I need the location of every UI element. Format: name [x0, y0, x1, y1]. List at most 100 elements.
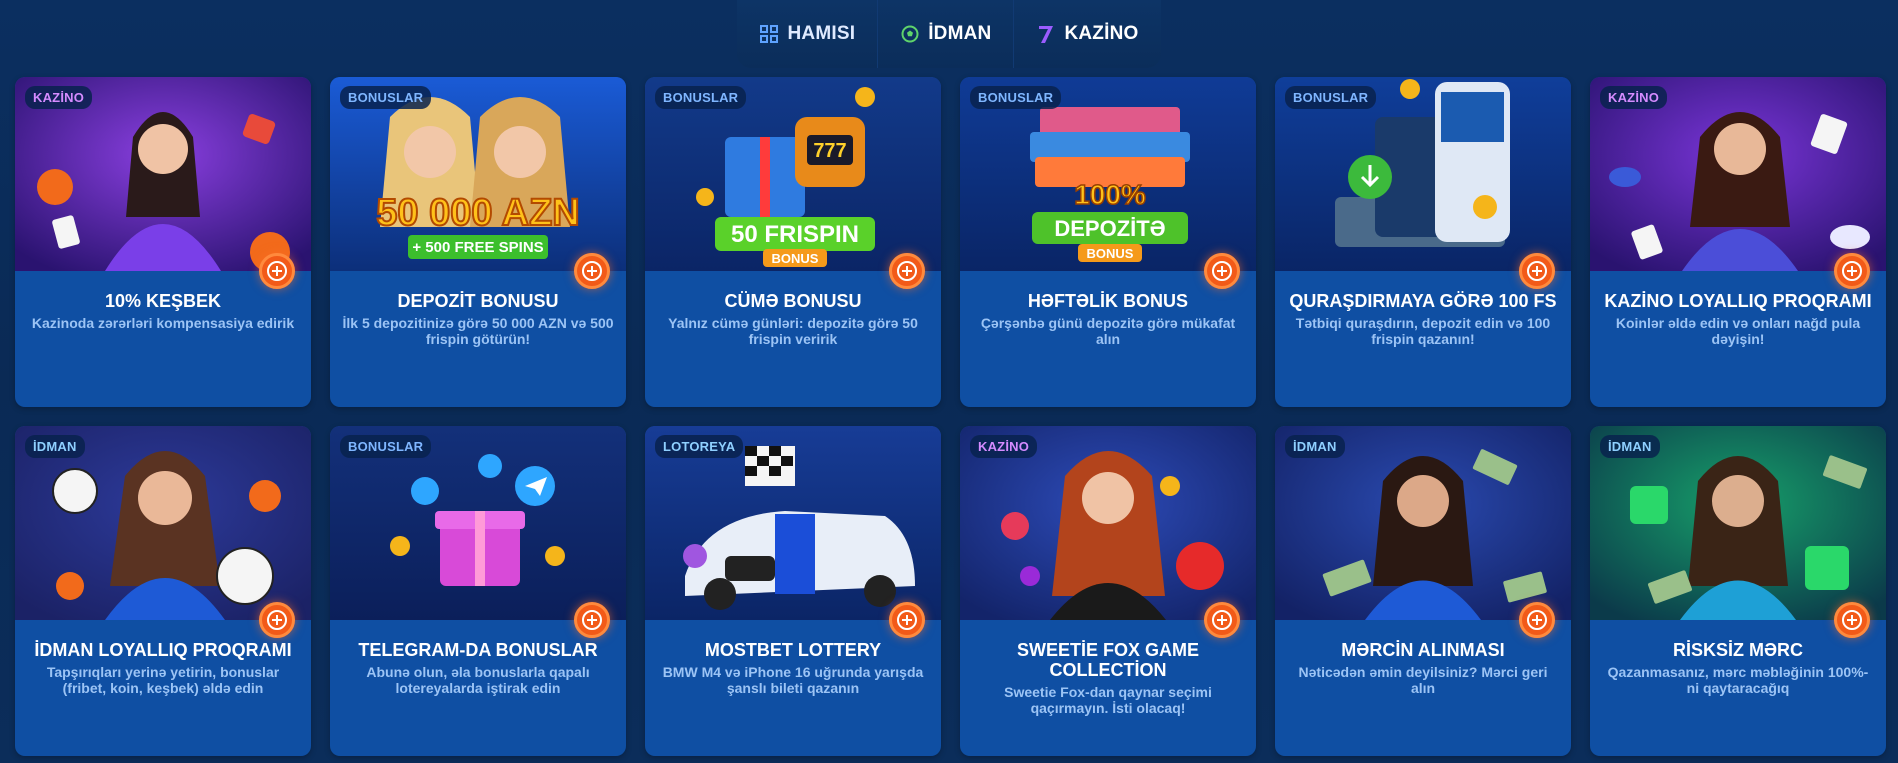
promo-image: 50 000 AZN + 500 FREE SPINS BONUSLAR [330, 77, 626, 271]
art-amount-text: 50 000 AZN [376, 192, 579, 234]
promo-card-telegram-bonus[interactable]: BONUSLAR TELEGRAM-DA BONUSLAR Abunə olun… [330, 426, 626, 756]
promo-card-sport-loyalty[interactable]: İDMAN İDMAN LOYALLIQ PROQRAMI Tapşırıqla… [15, 426, 311, 756]
open-promo-button[interactable] [1519, 602, 1555, 638]
promo-card-app-install[interactable]: BONUSLAR QURAŞDIRMAYA GÖRƏ 100 FS Tətbiq… [1275, 77, 1571, 407]
category-badge: LOTOREYA [655, 435, 744, 458]
tab-all[interactable]: HAMISI [737, 0, 877, 68]
promo-title: TELEGRAM-DA BONUSLAR [358, 640, 598, 660]
category-badge: KAZİNO [25, 86, 93, 109]
tabs-container: HAMISI İDMAN KAZİNO [737, 0, 1161, 68]
promo-description: Sweetie Fox-dan qaynar seçimi qaçırmayın… [1004, 684, 1212, 716]
plus-icon [267, 610, 287, 630]
category-badge: BONUSLAR [340, 86, 432, 109]
promo-image: KAZİNO [15, 77, 311, 271]
plus-icon [897, 610, 917, 630]
promo-title: İDMAN LOYALLIQ PROQRAMI [34, 640, 292, 660]
plus-icon [1842, 610, 1862, 630]
plus-icon [1842, 261, 1862, 281]
promo-title: QURAŞDIRMAYA GÖRƏ 100 FS [1289, 291, 1557, 311]
promo-image: BONUSLAR [330, 426, 626, 620]
category-badge: KAZİNO [970, 435, 1038, 458]
promo-grid: KAZİNO 10% KEŞBEK Kazinoda zərərləri kom… [15, 77, 1886, 756]
category-badge: BONUSLAR [1285, 86, 1377, 109]
promo-title: MOSTBET LOTTERY [704, 640, 882, 660]
promo-description: Abunə olun, əla bonuslarla qapalı lotere… [366, 664, 590, 696]
open-promo-button[interactable] [1834, 253, 1870, 289]
promo-image: İDMAN [1590, 426, 1886, 620]
open-promo-button[interactable] [1204, 253, 1240, 289]
tab-sport[interactable]: İDMAN [878, 0, 1013, 68]
promo-description: Tətbiqi quraşdırın, depozit edin və 100 … [1295, 315, 1551, 347]
open-promo-button[interactable] [1834, 602, 1870, 638]
tab-casino[interactable]: KAZİNO [1014, 0, 1160, 68]
tab-label: HAMISI [787, 23, 856, 44]
tab-label: İDMAN [928, 23, 992, 44]
plus-icon [1212, 261, 1232, 281]
category-badge: BONUSLAR [655, 86, 747, 109]
promo-image: KAZİNO [960, 426, 1256, 620]
open-promo-button[interactable] [259, 253, 295, 289]
promo-card-weekly-bonus[interactable]: 100% DEPOZİTƏ BONUS BONUSLAR HƏFTƏLİK BO… [960, 77, 1256, 407]
open-promo-button[interactable] [889, 253, 925, 289]
art-spins-text: + 500 FREE SPINS [412, 239, 543, 256]
plus-icon [897, 261, 917, 281]
promo-title: 10% KEŞBEK [104, 291, 222, 311]
art-percent-text: 100% [1074, 179, 1146, 210]
category-badge: İDMAN [1285, 435, 1345, 458]
slot-seven-icon [1036, 24, 1056, 44]
open-promo-button[interactable] [889, 602, 925, 638]
soccer-ball-icon [900, 24, 920, 44]
promo-title: KAZİNO LOYALLIQ PROQRAMI [1604, 291, 1872, 311]
promo-image: 100% DEPOZİTƏ BONUS BONUSLAR [960, 77, 1256, 271]
promo-title: SWEETİE FOX GAME COLLECTİON [1016, 640, 1199, 680]
open-promo-button[interactable] [574, 253, 610, 289]
category-badge: İDMAN [25, 435, 85, 458]
open-promo-button[interactable] [259, 602, 295, 638]
open-promo-button[interactable] [1519, 253, 1555, 289]
category-badge: İDMAN [1600, 435, 1660, 458]
promo-description: Yalnız cümə günləri: depozitə görə 50 fr… [668, 315, 918, 347]
promo-title: RİSKSİZ MƏRC [1672, 640, 1804, 660]
promo-description: Koinlər əldə edin və onları nağd pula də… [1615, 315, 1861, 347]
plus-icon [1212, 610, 1232, 630]
promo-card-cashback[interactable]: KAZİNO 10% KEŞBEK Kazinoda zərərləri kom… [15, 77, 311, 407]
plus-icon [267, 261, 287, 281]
category-badge: BONUSLAR [340, 435, 432, 458]
promo-image: KAZİNO [1590, 77, 1886, 271]
promo-image: BONUSLAR [1275, 77, 1571, 271]
promo-description: İlk 5 depozitinizə görə 50 000 AZN və 50… [342, 315, 614, 347]
promo-title: MƏRCİN ALINMASI [1341, 640, 1505, 660]
promo-card-lottery[interactable]: LOTOREYA MOSTBET LOTTERY BMW M4 və iPhon… [645, 426, 941, 756]
promo-title: DEPOZİT BONUSU [397, 291, 559, 311]
art-bonus-text: BONUS [772, 251, 819, 266]
grid-icon [759, 24, 779, 44]
promo-card-risk-free-bet[interactable]: İDMAN RİSKSİZ MƏRC Qazanmasanız, mərc mə… [1590, 426, 1886, 756]
promo-card-friday-bonus[interactable]: 777 50 FRISPIN BONUS BONUSLAR CÜMƏ BONUS… [645, 77, 941, 407]
art-deposit-text: DEPOZİTƏ [1054, 216, 1165, 241]
promo-description: BMW M4 və iPhone 16 uğrunda yarışda şans… [662, 664, 924, 696]
category-badge: KAZİNO [1600, 86, 1668, 109]
promo-description: Çərşənbə günü depozitə görə mükafat alın [980, 315, 1236, 347]
promo-description: Qazanmasanız, mərc məbləğinin 100%-ni qa… [1607, 664, 1869, 696]
open-promo-button[interactable] [1204, 602, 1240, 638]
promo-card-deposit-bonus[interactable]: 50 000 AZN + 500 FREE SPINS BONUSLAR DEP… [330, 77, 626, 407]
category-tabs: HAMISI İDMAN KAZİNO [0, 0, 1898, 68]
plus-icon [1527, 261, 1547, 281]
open-promo-button[interactable] [574, 602, 610, 638]
plus-icon [1527, 610, 1547, 630]
promo-image: 777 50 FRISPIN BONUS BONUSLAR [645, 77, 941, 271]
promo-image: İDMAN [1275, 426, 1571, 620]
tab-label: KAZİNO [1064, 23, 1139, 44]
plus-icon [582, 610, 602, 630]
promo-card-casino-loyalty[interactable]: KAZİNO KAZİNO LOYALLIQ PROQRAMI Koinlər … [1590, 77, 1886, 407]
promo-description: Kazinoda zərərləri kompensasiya edirik [31, 315, 295, 331]
art-bonus-text: BONUS [1087, 246, 1134, 261]
plus-icon [582, 261, 602, 281]
promo-image: İDMAN [15, 426, 311, 620]
promo-description: Nəticədən əmin deyilsiniz? Mərci geri al… [1298, 664, 1548, 696]
promo-title: HƏFTƏLİK BONUS [1027, 291, 1189, 311]
category-badge: BONUSLAR [970, 86, 1062, 109]
promo-card-sweetie-fox[interactable]: KAZİNO SWEETİE FOX GAME COLLECTİON Sweet… [960, 426, 1256, 756]
promo-card-bet-buyback[interactable]: İDMAN MƏRCİN ALINMASI Nəticədən əmin dey… [1275, 426, 1571, 756]
svg-text:777: 777 [813, 140, 846, 162]
